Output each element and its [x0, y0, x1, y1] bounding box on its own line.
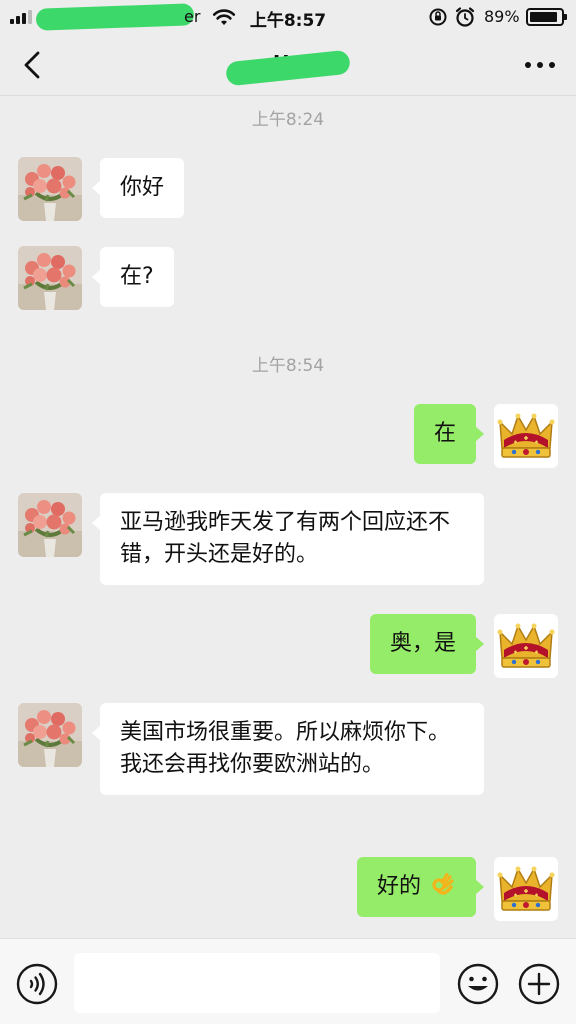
contact-avatar[interactable] — [18, 157, 82, 221]
message-text: 你好 — [120, 175, 165, 200]
message-timestamp: 上午8:54 — [251, 356, 325, 376]
incoming-message-bubble[interactable]: 亚马逊我昨天发了有两个回应还不错，开头还是好的。 — [92, 493, 484, 585]
rotation-lock-icon — [429, 8, 447, 26]
emoji-button[interactable] — [456, 962, 500, 1006]
voice-input-button[interactable] — [15, 962, 59, 1006]
outgoing-message-bubble[interactable]: 好的 — [356, 857, 485, 917]
battery-percentage: 89% — [484, 7, 520, 26]
alarm-icon — [455, 7, 475, 27]
my-avatar[interactable] — [494, 614, 558, 678]
message-text: 奥，是 — [389, 631, 456, 656]
contact-avatar[interactable] — [18, 493, 82, 557]
message-input[interactable] — [74, 953, 440, 1013]
my-avatar[interactable] — [494, 857, 558, 921]
message-text: 在 — [433, 421, 456, 446]
my-avatar[interactable] — [494, 404, 558, 468]
contact-avatar[interactable] — [18, 703, 82, 767]
battery-icon — [526, 8, 567, 26]
input-bar — [0, 938, 576, 1024]
outgoing-message-bubble[interactable]: 奥，是 — [369, 614, 485, 674]
more-functions-button[interactable] — [517, 962, 561, 1006]
message-text: 在? — [120, 264, 154, 289]
message-timestamp: 上午8:24 — [251, 110, 325, 130]
message-text: 美国市场很重要。所以麻烦你下。我还会再找你要欧洲站的。 — [120, 720, 451, 777]
incoming-message-bubble[interactable]: 在? — [92, 247, 174, 307]
message-text: 亚马逊我昨天发了有两个回应还不错，开头还是好的。 — [120, 510, 451, 567]
ok-hand-icon — [432, 872, 454, 895]
outgoing-message-bubble[interactable]: 在 — [413, 404, 485, 464]
contact-avatar[interactable] — [18, 246, 82, 310]
incoming-message-bubble[interactable]: 你好 — [91, 158, 185, 218]
nav-bar: He — [0, 34, 576, 96]
status-bar: Sh er 上午8:57 89% — [0, 0, 576, 34]
message-text: 好的 — [376, 874, 421, 899]
incoming-message-bubble[interactable]: 美国市场很重要。所以麻烦你下。我还会再找你要欧洲站的。 — [92, 703, 484, 795]
more-options-button[interactable] — [522, 52, 558, 78]
